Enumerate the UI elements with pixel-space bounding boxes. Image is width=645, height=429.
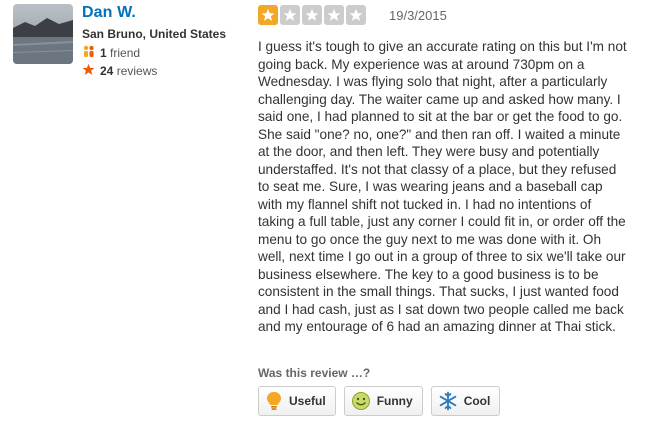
friends-count: 1	[100, 46, 107, 60]
star-icon	[258, 5, 278, 25]
star-icon	[280, 5, 300, 25]
review-date: 19/3/2015	[389, 8, 447, 23]
star-icon	[346, 5, 366, 25]
friends-label: friend	[110, 46, 141, 60]
review-text: I guess it's tough to give an accurate r…	[258, 39, 627, 334]
vote-prompt: Was this review …?	[258, 366, 371, 380]
user-avatar[interactable]	[13, 4, 73, 64]
user-location: San Bruno, United States	[82, 27, 227, 41]
vote-buttons: Useful Funny Cool	[258, 386, 501, 416]
snowflake-icon	[438, 391, 458, 411]
smiley-icon	[351, 391, 371, 411]
useful-button[interactable]: Useful	[258, 386, 336, 416]
star-icon	[324, 5, 344, 25]
friends-stat: 1 friend	[82, 45, 140, 61]
reviews-stat: 24 reviews	[82, 63, 157, 79]
friends-icon	[82, 45, 95, 61]
star-icon	[82, 63, 95, 79]
useful-label: Useful	[289, 394, 326, 408]
lightbulb-icon	[265, 391, 283, 411]
star-icon	[302, 5, 322, 25]
reviews-label: reviews	[116, 64, 158, 78]
funny-label: Funny	[376, 394, 413, 408]
user-name-link[interactable]: Dan W.	[82, 4, 136, 22]
star-rating	[258, 5, 366, 25]
cool-button[interactable]: Cool	[430, 386, 501, 416]
reviews-count: 24	[100, 64, 114, 78]
funny-button[interactable]: Funny	[343, 386, 423, 416]
cool-label: Cool	[463, 394, 491, 408]
